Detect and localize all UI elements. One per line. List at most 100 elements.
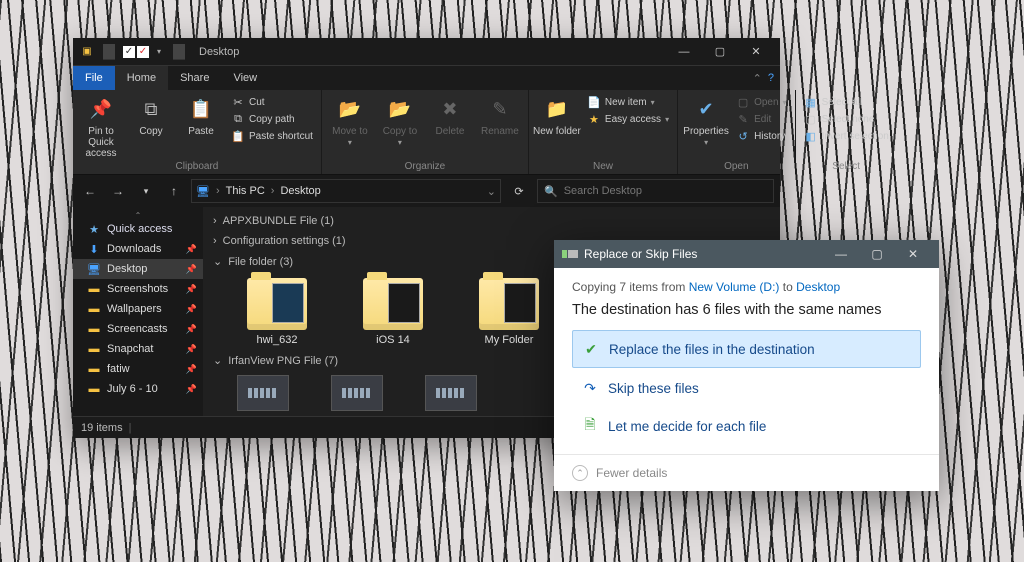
moveto-icon: 📂: [336, 96, 364, 124]
refresh-button[interactable]: ⟳: [507, 179, 531, 203]
copyto-icon: 📂: [386, 96, 414, 124]
folder-tile[interactable]: hwi_632: [237, 278, 317, 346]
recent-dropdown[interactable]: ▾: [135, 180, 157, 202]
close-button[interactable]: ✕: [738, 39, 774, 65]
open-button[interactable]: ▢Open▾: [732, 94, 790, 110]
copy-icon: ⧉: [137, 96, 165, 124]
dialog-close-button[interactable]: ✕: [895, 240, 931, 268]
tree-item-label: fatiw: [107, 363, 130, 375]
folder-tile[interactable]: iOS 14: [353, 278, 433, 346]
tree-item-downloads[interactable]: ⬇Downloads📌: [73, 239, 203, 259]
tree-collapse-icon[interactable]: ⌃: [73, 211, 203, 219]
option-skip[interactable]: ↷ Skip these files: [572, 370, 921, 406]
dest-link[interactable]: Desktop: [796, 280, 840, 294]
paste-button[interactable]: 📋 Paste: [177, 92, 225, 137]
group-label-new: New: [533, 160, 673, 174]
chevron-right-icon: ›: [213, 235, 217, 247]
option-decide[interactable]: 🗎 Let me decide for each file: [572, 408, 921, 444]
ribbon: 📌 Pin to Quick access ⧉ Copy 📋 Paste ✂Cu…: [73, 90, 780, 175]
group-appxbundle[interactable]: ›APPXBUNDLE File (1): [213, 211, 770, 231]
maximize-button[interactable]: ▢: [702, 39, 738, 65]
forward-button[interactable]: →: [107, 180, 129, 202]
delete-button[interactable]: ✖ Delete: [426, 92, 474, 137]
select-none-button[interactable]: ▢Select none: [800, 111, 893, 127]
search-icon: 🔍: [544, 185, 558, 198]
image-thumb[interactable]: [331, 375, 383, 411]
qat-dropdown[interactable]: ▾: [151, 44, 167, 60]
folder-label: hwi_632: [257, 334, 298, 346]
group-label-select: Select: [800, 160, 893, 174]
help-icon[interactable]: ?: [768, 72, 774, 84]
desktop-icon: 🖥: [87, 262, 101, 276]
copy-button[interactable]: ⧉ Copy: [127, 92, 175, 137]
option-replace[interactable]: ✔ Replace the files in the destination: [572, 330, 921, 368]
tab-view[interactable]: View: [221, 66, 269, 90]
group-label-organize: Organize: [326, 160, 524, 174]
properties-button[interactable]: ✔ Properties ▾: [682, 92, 730, 148]
breadcrumb-desktop[interactable]: Desktop: [280, 185, 320, 197]
chevron-down-icon[interactable]: ⌄: [487, 185, 496, 198]
cut-button[interactable]: ✂Cut: [227, 94, 317, 110]
address-bar[interactable]: 🖥 › This PC › Desktop ⌄: [191, 179, 501, 203]
ribbon-group-open: ✔ Properties ▾ ▢Open▾ ✎Edit ↺History Ope…: [678, 90, 795, 174]
paste-shortcut-button[interactable]: 📋Paste shortcut: [227, 128, 317, 144]
tree-item-screenshots[interactable]: ▬Screenshots📌: [73, 279, 203, 299]
tree-item-snapchat[interactable]: ▬Snapchat📌: [73, 339, 203, 359]
chevron-down-icon: ⌄: [213, 354, 222, 367]
paste-label: Paste: [188, 126, 214, 137]
copy-path-button[interactable]: ⧉Copy path: [227, 111, 317, 127]
item-count: 19 items: [81, 422, 123, 434]
select-all-button[interactable]: ▦Select all: [800, 94, 893, 110]
chevron-right-icon: ›: [216, 185, 220, 197]
selectnone-icon: ▢: [804, 112, 818, 126]
new-folder-button[interactable]: 📁 New folder: [533, 92, 581, 137]
copypath-icon: ⧉: [231, 112, 245, 126]
download-icon: ⬇: [87, 242, 101, 256]
tree-item-fatiw[interactable]: ▬fatiw📌: [73, 359, 203, 379]
copy-to-button[interactable]: 📂 Copy to ▾: [376, 92, 424, 148]
dialog-minimize-button[interactable]: ―: [823, 240, 859, 268]
back-button[interactable]: ←: [79, 180, 101, 202]
folder-label: My Folder: [485, 334, 534, 346]
tree-item-label: Screenshots: [107, 283, 168, 295]
folder-tile[interactable]: My Folder: [469, 278, 549, 346]
rename-button[interactable]: ✎ Rename: [476, 92, 524, 137]
fewer-details-link[interactable]: Fewer details: [596, 466, 667, 480]
up-button[interactable]: ↑: [163, 180, 185, 202]
minimize-button[interactable]: ―: [666, 39, 702, 65]
image-thumb[interactable]: [425, 375, 477, 411]
pin-quick-access-button[interactable]: 📌 Pin to Quick access: [77, 92, 125, 159]
tree-quick-access[interactable]: ★ Quick access: [73, 219, 203, 239]
folder-icon: ▬: [87, 362, 101, 376]
breadcrumb-thispc[interactable]: This PC: [226, 185, 265, 197]
tab-home[interactable]: Home: [115, 66, 168, 90]
tab-share[interactable]: Share: [168, 66, 221, 90]
search-input[interactable]: 🔍 Search Desktop: [537, 179, 774, 203]
dialog-titlebar[interactable]: Replace or Skip Files ― ▢ ✕: [554, 240, 939, 268]
tree-item-july-6-10[interactable]: ▬July 6 - 10📌: [73, 379, 203, 399]
newfolder-icon: 📁: [543, 96, 571, 124]
tree-item-desktop[interactable]: 🖥Desktop📌: [73, 259, 203, 279]
tree-item-wallpapers[interactable]: ▬Wallpapers📌: [73, 299, 203, 319]
move-to-button[interactable]: 📂 Move to ▾: [326, 92, 374, 148]
qat-checkbox-2[interactable]: ✓: [137, 46, 149, 58]
edit-button[interactable]: ✎Edit: [732, 111, 790, 127]
easy-access-button[interactable]: ★Easy access▾: [583, 111, 673, 127]
folder-icon: ▣: [79, 44, 95, 60]
invert-selection-button[interactable]: ◧Invert selection: [800, 128, 893, 144]
group-label-open: Open: [682, 160, 790, 174]
titlebar[interactable]: ▣ ✓ ✓ ▾ Desktop ― ▢ ✕: [73, 38, 780, 66]
folder-icon: ▬: [87, 282, 101, 296]
source-link[interactable]: New Volume (D:): [689, 280, 780, 294]
image-thumb[interactable]: [237, 375, 289, 411]
dialog-maximize-button[interactable]: ▢: [859, 240, 895, 268]
navigation-pane[interactable]: ⌃ ★ Quick access ⬇Downloads📌🖥Desktop📌▬Sc…: [73, 207, 203, 416]
chevron-up-icon[interactable]: ⌃: [572, 465, 588, 481]
new-item-button[interactable]: 📄New item▾: [583, 94, 673, 110]
chevron-down-icon: ▾: [348, 139, 352, 148]
qat-checkbox-1[interactable]: ✓: [123, 46, 135, 58]
tree-item-screencasts[interactable]: ▬Screencasts📌: [73, 319, 203, 339]
history-button[interactable]: ↺History: [732, 128, 790, 144]
ribbon-collapse-icon[interactable]: ⌃: [753, 72, 762, 85]
tab-file[interactable]: File: [73, 66, 115, 90]
